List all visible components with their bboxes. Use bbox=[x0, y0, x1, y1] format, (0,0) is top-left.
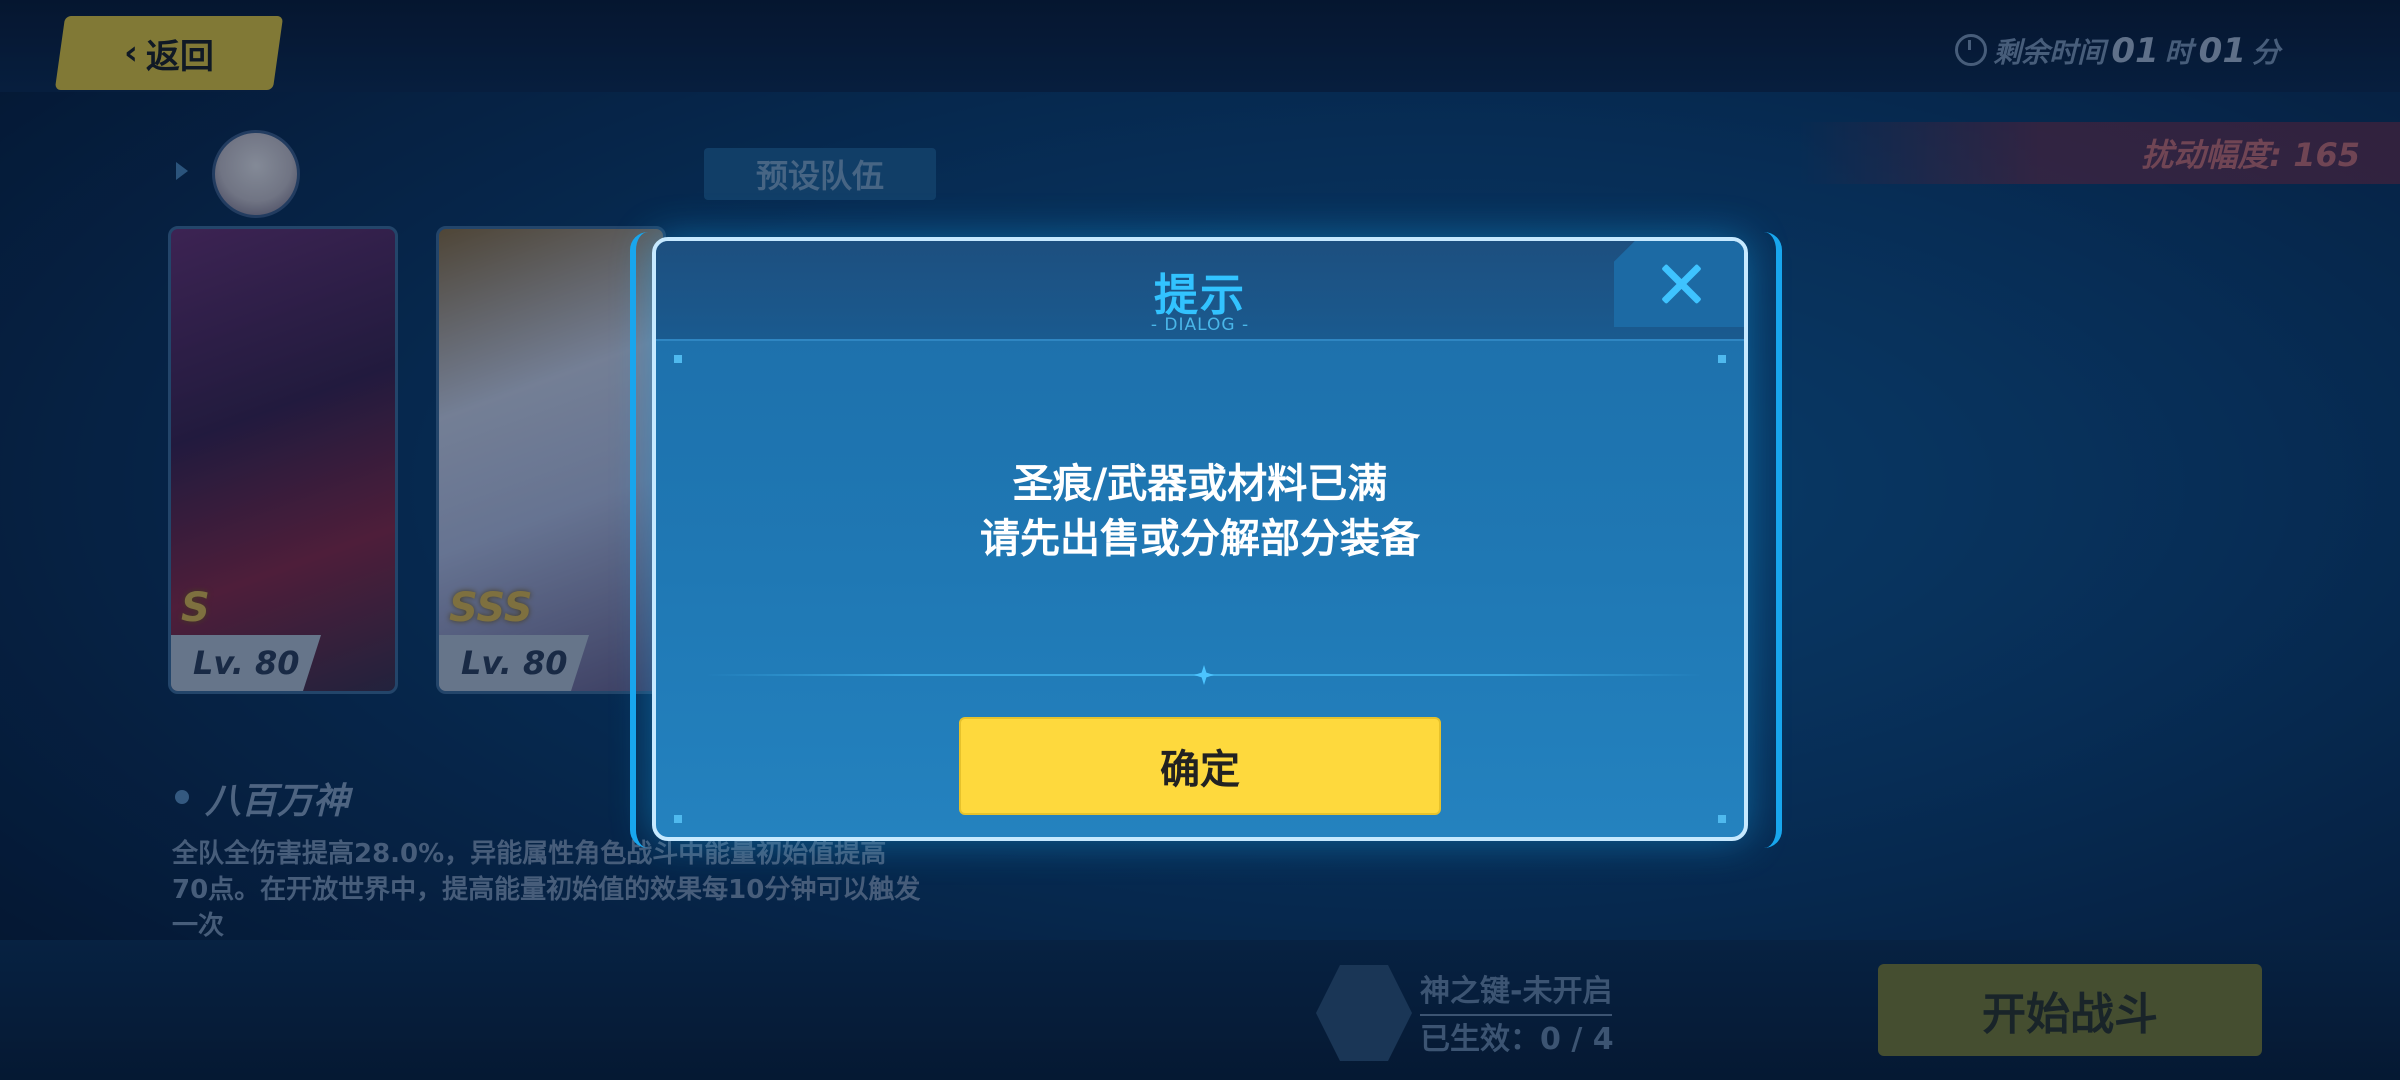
corner-dot bbox=[1718, 355, 1726, 363]
corner-dot bbox=[674, 355, 682, 363]
corner-dot bbox=[674, 815, 682, 823]
confirm-button[interactable]: 确定 bbox=[959, 717, 1441, 815]
dialog-title: 提示 bbox=[1154, 270, 1246, 321]
close-icon[interactable] bbox=[1654, 257, 1708, 311]
corner-dot bbox=[1718, 815, 1726, 823]
sparkle-icon bbox=[1194, 665, 1214, 685]
dialog-message-line: 圣痕/武器或材料已满 bbox=[1012, 461, 1388, 507]
alert-dialog: 提示 - DIALOG - 圣痕/武器或材料已满 请先出售或分解部分装备 确定 bbox=[652, 237, 1748, 841]
dialog-message-line: 请先出售或分解部分装备 bbox=[980, 516, 1420, 562]
dialog-subtitle: - DIALOG - bbox=[1150, 315, 1250, 335]
dialog-message: 圣痕/武器或材料已满 请先出售或分解部分装备 bbox=[656, 457, 1744, 567]
